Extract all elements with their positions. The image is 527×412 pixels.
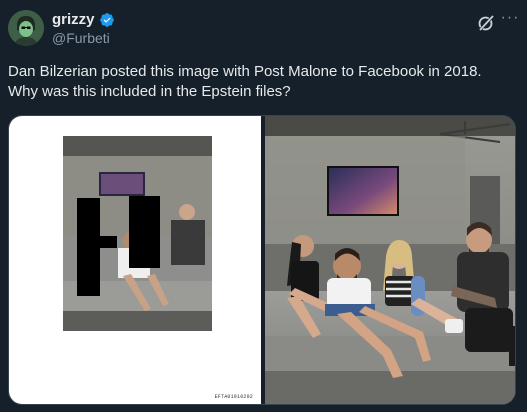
tweet-card: grizzy @Furbeti ··· Dan Bilzerian posted… [0,0,527,412]
tweet-text: Dan Bilzerian posted this image with Pos… [8,63,482,100]
document-id-label: EFTA01910292 [214,394,253,400]
avatar[interactable] [8,10,44,46]
redaction-block [129,196,160,268]
media-grid[interactable]: EFTA01910292 [8,115,516,405]
photo-illustration [265,116,515,404]
grok-icon[interactable] [476,13,496,33]
author-display-name[interactable]: grizzy [52,11,95,28]
verified-badge-icon [99,12,114,27]
original-photo[interactable] [265,116,515,404]
author-handle[interactable]: @Furbeti [52,30,110,46]
more-options-icon[interactable]: ··· [500,10,520,31]
document-scan-image[interactable]: EFTA01910292 [9,116,261,404]
redacted-photo [63,136,212,331]
redaction-block [99,236,117,248]
author-name-row: grizzy [52,11,115,28]
avatar-icon [8,10,44,46]
redaction-block [77,198,100,296]
